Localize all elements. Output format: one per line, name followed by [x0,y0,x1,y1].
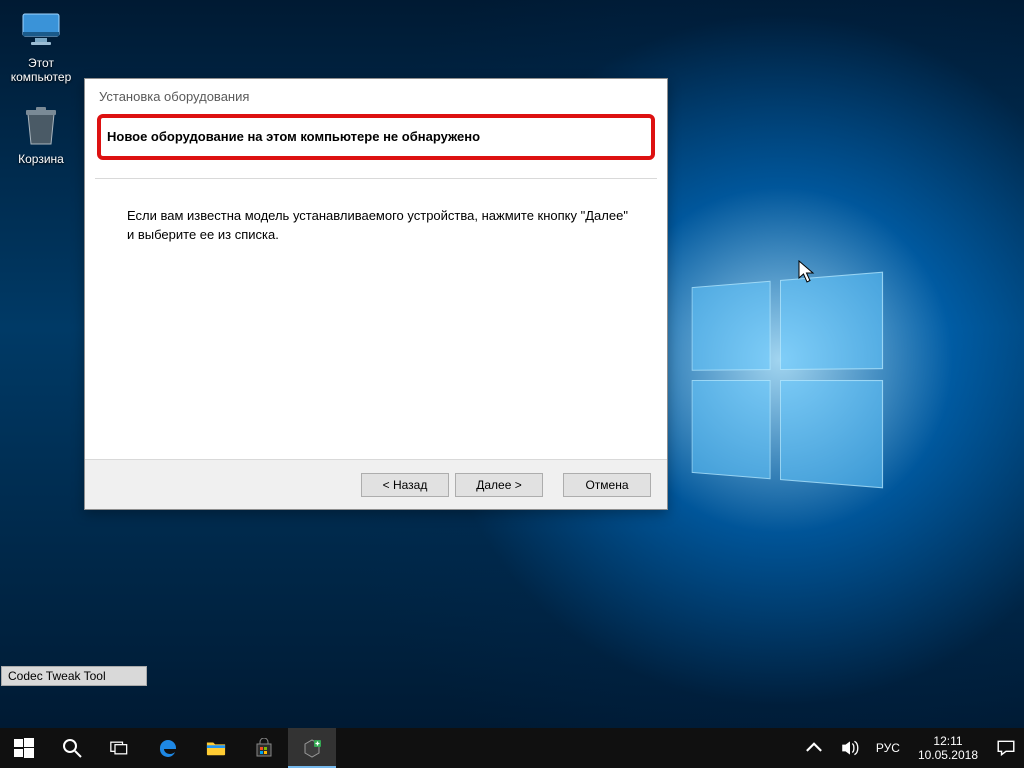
desktop-icon-this-pc[interactable]: Этот компьютер [2,8,80,84]
taskbar-app-explorer[interactable] [192,728,240,768]
task-view-icon [110,738,130,758]
store-icon [254,738,274,758]
recycle-bin-icon [19,104,63,148]
chevron-up-icon [804,738,824,758]
task-preview-label: Codec Tweak Tool [1,666,147,686]
taskbar-app-codec-tweak[interactable] [288,728,336,768]
desktop-icon-label: Корзина [18,152,64,166]
task-view-button[interactable] [96,728,144,768]
tray-language-button[interactable]: РУС [868,741,908,755]
language-indicator: РУС [876,741,900,755]
search-icon [62,738,82,758]
tray-clock[interactable]: 12:11 10.05.2018 [908,734,988,763]
wizard-title: Установка оборудования [85,79,667,104]
windows-logo-icon [14,738,34,758]
back-button[interactable]: < Назад [361,473,449,497]
wizard-button-row: < Назад Далее > Отмена [85,459,667,509]
clock-date: 10.05.2018 [918,748,978,762]
taskbar-app-store[interactable] [240,728,288,768]
clock-time: 12:11 [918,734,978,748]
system-tray: РУС 12:11 10.05.2018 [796,728,1024,768]
wizard-caption: Новое оборудование на этом компьютере не… [107,129,480,144]
notification-icon [996,738,1016,758]
start-button[interactable] [0,728,48,768]
hardware-wizard-window: Установка оборудования Новое оборудовани… [84,78,668,510]
volume-icon [840,738,860,758]
next-button[interactable]: Далее > [455,473,543,497]
wizard-caption-highlight: Новое оборудование на этом компьютере не… [97,114,655,160]
taskbar: РУС 12:11 10.05.2018 [0,728,1024,768]
folder-icon [206,738,226,758]
windows-logo-art [692,272,883,489]
desktop-icon-label: Этот компьютер [11,56,72,84]
cancel-button[interactable]: Отмена [563,473,651,497]
tray-volume-button[interactable] [832,738,868,758]
search-button[interactable] [48,728,96,768]
edge-icon [158,738,178,758]
action-center-button[interactable] [988,738,1024,758]
taskbar-spacer [336,728,796,768]
pc-icon [19,8,63,52]
desktop[interactable]: Этот компьютер Корзина Установка оборудо… [0,0,1024,728]
tray-overflow-button[interactable] [796,738,832,758]
taskbar-app-edge[interactable] [144,728,192,768]
desktop-icon-recycle-bin[interactable]: Корзина [2,104,80,166]
mouse-cursor-icon [798,260,816,284]
box-plus-icon [302,738,322,758]
wizard-body-text: Если вам известна модель устанавливаемог… [85,179,667,245]
